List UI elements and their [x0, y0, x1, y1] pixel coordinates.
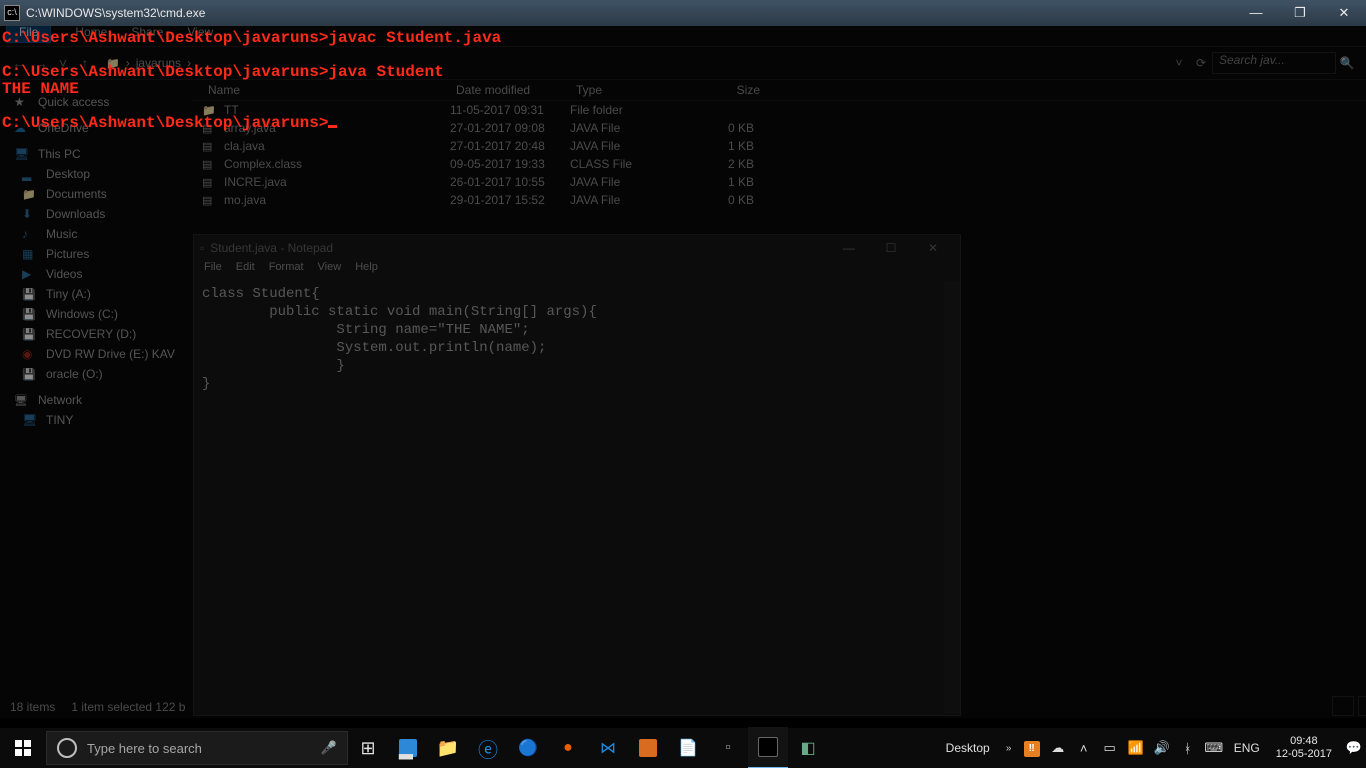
tray-clock[interactable]: 09:48 12-05-2017: [1270, 735, 1338, 761]
windows-logo-icon: [15, 740, 31, 756]
tray-date: 12-05-2017: [1276, 748, 1332, 761]
cmd-line: THE NAME: [2, 80, 79, 98]
task-view-icon[interactable]: ⊞: [348, 728, 388, 768]
tray-keyboard-icon[interactable]: ⌨: [1204, 740, 1224, 756]
taskbar-app-edge[interactable]: ⓔ: [468, 728, 508, 768]
taskbar-app-generic2[interactable]: ◧: [788, 728, 828, 768]
tray-language[interactable]: ENG: [1230, 741, 1264, 755]
cmd-terminal[interactable]: C:\Users\Ashwant\Desktop\javaruns>javac …: [0, 26, 1366, 132]
minimize-icon[interactable]: —: [1234, 0, 1278, 26]
taskbar-app-cmd[interactable]: [748, 727, 788, 768]
taskbar: Type here to search 🎤 ⊞ ▂ 📁 ⓔ 🔵 ● ⋈ 📄 ▫ …: [0, 728, 1366, 768]
tray-up-icon[interactable]: ˄: [1074, 741, 1094, 756]
show-desktop-label[interactable]: Desktop: [940, 741, 996, 755]
cmd-line: C:\Users\Ashwant\Desktop\javaruns>: [2, 114, 328, 132]
cmd-titlebar[interactable]: c:\ C:\WINDOWS\system32\cmd.exe — ❐ ✕: [0, 0, 1366, 26]
start-button[interactable]: [0, 728, 46, 768]
cmd-title-text: C:\WINDOWS\system32\cmd.exe: [26, 6, 1234, 20]
maximize-icon[interactable]: ❐: [1278, 0, 1322, 26]
tray-time: 09:48: [1276, 735, 1332, 748]
cmd-line: C:\Users\Ashwant\Desktop\javaruns>java S…: [2, 63, 444, 81]
search-placeholder: Type here to search: [87, 741, 202, 756]
taskbar-app-firefox[interactable]: ●: [548, 728, 588, 768]
tray-wifi-icon[interactable]: 📶: [1126, 740, 1146, 756]
desktop-root: File Home Share View ← → ˅ ↑ › javaruns …: [0, 0, 1366, 768]
tray-volume-icon[interactable]: 🔊: [1152, 740, 1172, 756]
mic-icon[interactable]: 🎤: [321, 740, 337, 756]
taskbar-app-folder[interactable]: 📁: [428, 728, 468, 768]
tray-battery-icon[interactable]: ▭: [1100, 740, 1120, 756]
tray-overflow-icon[interactable]: »: [1002, 743, 1016, 754]
tray-onedrive-icon[interactable]: ☁: [1048, 740, 1068, 756]
close-icon[interactable]: ✕: [1322, 0, 1366, 26]
cmd-window: c:\ C:\WINDOWS\system32\cmd.exe — ❐ ✕ C:…: [0, 0, 1366, 728]
tray-bluetooth-icon[interactable]: ᚼ: [1178, 741, 1198, 756]
cortana-icon: [57, 738, 77, 758]
tray-app-icon[interactable]: ‼: [1022, 739, 1042, 757]
cmd-line: C:\Users\Ashwant\Desktop\javaruns>javac …: [2, 29, 501, 47]
taskbar-search[interactable]: Type here to search 🎤: [46, 731, 348, 765]
cursor-icon: [328, 125, 337, 128]
taskbar-app-chrome[interactable]: 🔵: [508, 728, 548, 768]
taskbar-app-generic[interactable]: ▫: [708, 728, 748, 768]
tray-notifications-icon[interactable]: 💬: [1344, 740, 1364, 756]
taskbar-app-explorer[interactable]: ▂: [388, 728, 428, 768]
taskbar-app-vscode[interactable]: ⋈: [588, 728, 628, 768]
system-tray: Desktop » ‼ ☁ ˄ ▭ 📶 🔊 ᚼ ⌨ ENG 09:48 12-0…: [940, 735, 1366, 761]
taskbar-app-xampp[interactable]: [628, 728, 668, 768]
cmd-icon: c:\: [4, 5, 20, 21]
taskbar-app-notepadpp[interactable]: 📄: [668, 728, 708, 768]
